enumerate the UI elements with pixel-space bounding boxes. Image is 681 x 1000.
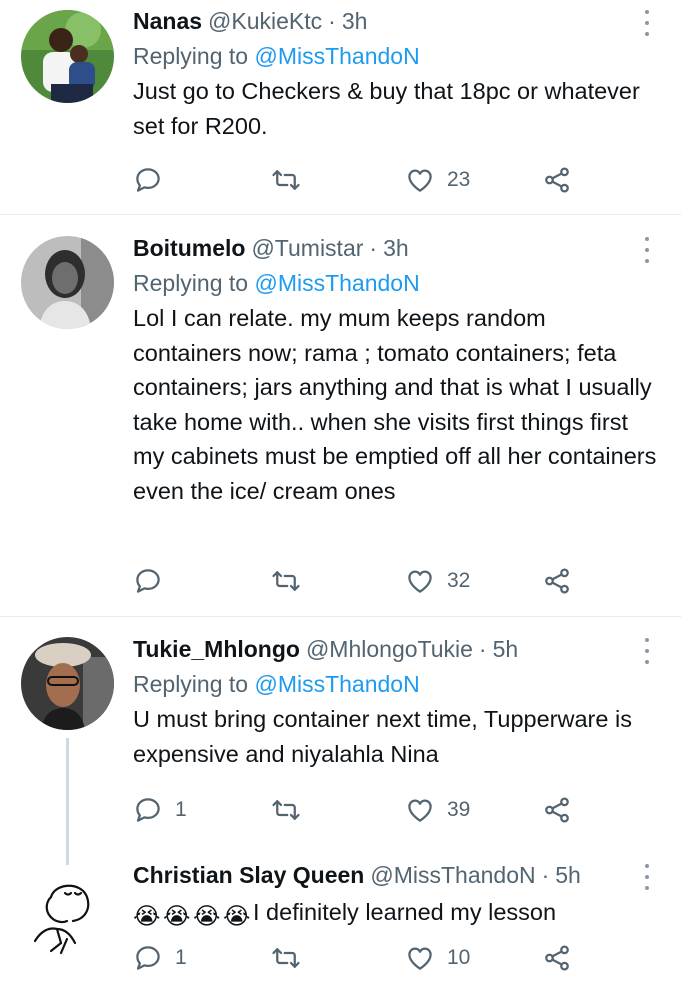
like-count: 10 xyxy=(447,946,471,969)
avatar[interactable] xyxy=(21,637,114,730)
timestamp[interactable]: 5h xyxy=(555,860,581,890)
like-count: 32 xyxy=(447,569,471,592)
like-count: 39 xyxy=(447,798,471,821)
replying-to: Replying to @MissThandoN xyxy=(133,669,657,699)
mention-link[interactable]: @MissThandoN xyxy=(254,43,419,69)
replying-to: Replying to @MissThandoN xyxy=(133,41,657,71)
avatar[interactable] xyxy=(21,10,114,103)
retweet-icon xyxy=(272,170,300,190)
retweet-button[interactable] xyxy=(271,792,313,828)
share-icon xyxy=(545,797,569,823)
tweet-header: Nanas @KukieKtc · 3h xyxy=(133,6,657,36)
user-handle[interactable]: @MhlongoTukie xyxy=(306,634,473,664)
tweet-text: Just go to Checkers & buy that 18pc or w… xyxy=(133,78,640,139)
retweet-button[interactable] xyxy=(271,162,313,198)
share-icon xyxy=(545,167,569,193)
tweet-2[interactable]: Boitumelo @Tumistar · 3h Replying to @Mi… xyxy=(0,215,681,616)
user-handle[interactable]: @Tumistar xyxy=(251,233,363,263)
retweet-button[interactable] xyxy=(271,563,313,599)
like-count: 23 xyxy=(447,168,471,191)
separator-dot: · xyxy=(541,862,550,888)
crying-face-emoji: 😭 xyxy=(163,903,191,929)
more-options-icon[interactable] xyxy=(637,864,657,890)
timestamp[interactable]: 5h xyxy=(493,634,519,664)
reply-icon xyxy=(136,569,160,593)
action-bar: 1 10 xyxy=(133,940,593,976)
share-button[interactable] xyxy=(542,792,572,828)
replying-to-label: Replying to xyxy=(133,43,249,69)
share-icon xyxy=(545,945,569,971)
action-bar: 23 xyxy=(133,162,593,198)
like-button[interactable]: 23 xyxy=(405,162,470,198)
display-name[interactable]: Nanas xyxy=(133,6,202,36)
retweet-icon xyxy=(272,948,300,968)
tweet-header: Tukie_Mhlongo @MhlongoTukie · 5h xyxy=(133,634,657,664)
thread-line xyxy=(66,847,69,865)
mention-link[interactable]: @MissThandoN xyxy=(254,671,419,697)
share-button[interactable] xyxy=(542,940,572,976)
heart-icon xyxy=(408,947,432,970)
more-options-icon[interactable] xyxy=(637,10,657,36)
reply-button[interactable]: 1 xyxy=(133,940,187,976)
reply-button[interactable] xyxy=(133,563,175,599)
user-handle[interactable]: @MissThandoN xyxy=(370,860,535,890)
tweet-1[interactable]: Nanas @KukieKtc · 3h Replying to @MissTh… xyxy=(0,0,681,214)
reply-icon xyxy=(136,168,160,192)
reply-count: 1 xyxy=(175,946,187,969)
tweet-text: Lol I can relate. my mum keeps random co… xyxy=(133,305,657,504)
share-button[interactable] xyxy=(542,563,572,599)
retweet-icon xyxy=(272,571,300,591)
like-button[interactable]: 10 xyxy=(405,940,470,976)
share-icon xyxy=(545,568,569,594)
tweet-text: 😭 😭 😭 😭 I definitely learned my lesson xyxy=(133,895,657,930)
avatar[interactable] xyxy=(21,867,114,960)
action-bar: 1 39 xyxy=(133,792,593,828)
crying-face-emoji: 😭 xyxy=(133,903,161,929)
like-button[interactable]: 32 xyxy=(405,563,470,599)
replying-to-label: Replying to xyxy=(133,671,249,697)
reply-button[interactable] xyxy=(133,162,175,198)
thread-line xyxy=(66,738,69,847)
action-bar: 32 xyxy=(133,563,593,599)
replying-to-label: Replying to xyxy=(133,270,249,296)
heart-icon xyxy=(408,570,432,593)
crying-face-emoji: 😭 xyxy=(193,903,221,929)
heart-icon xyxy=(408,799,432,822)
tweet-header: Boitumelo @Tumistar · 3h xyxy=(133,233,657,263)
tweet-text-body: I definitely learned my lesson xyxy=(253,899,557,925)
tweet-text: U must bring container next time, Tupper… xyxy=(133,706,632,767)
more-options-icon[interactable] xyxy=(637,638,657,664)
separator-dot: · xyxy=(328,8,336,34)
more-options-icon[interactable] xyxy=(637,237,657,263)
separator-dot: · xyxy=(478,636,487,662)
reply-button[interactable]: 1 xyxy=(133,792,187,828)
timestamp[interactable]: 3h xyxy=(342,6,368,36)
tweet-3[interactable]: Tukie_Mhlongo @MhlongoTukie · 5h Replyin… xyxy=(0,617,681,847)
replying-to: Replying to @MissThandoN xyxy=(133,268,657,298)
user-handle[interactable]: @KukieKtc xyxy=(208,6,322,36)
mention-link[interactable]: @MissThandoN xyxy=(254,270,419,296)
tweet-4[interactable]: Christian Slay Queen @MissThandoN · 5h 😭… xyxy=(0,847,681,1000)
separator-dot: · xyxy=(369,235,378,261)
like-button[interactable]: 39 xyxy=(405,792,470,828)
reply-icon xyxy=(136,946,160,970)
display-name[interactable]: Boitumelo xyxy=(133,233,245,263)
retweet-icon xyxy=(272,800,300,820)
retweet-button[interactable] xyxy=(271,940,313,976)
display-name[interactable]: Tukie_Mhlongo xyxy=(133,634,300,664)
tweet-header: Christian Slay Queen @MissThandoN · 5h xyxy=(133,860,657,890)
share-button[interactable] xyxy=(542,162,572,198)
display-name[interactable]: Christian Slay Queen xyxy=(133,860,364,890)
reply-count: 1 xyxy=(175,798,187,821)
timestamp[interactable]: 3h xyxy=(383,233,409,263)
crying-face-emoji: 😭 xyxy=(223,903,251,929)
avatar[interactable] xyxy=(21,236,114,329)
reply-icon xyxy=(136,798,160,822)
heart-icon xyxy=(408,169,432,192)
